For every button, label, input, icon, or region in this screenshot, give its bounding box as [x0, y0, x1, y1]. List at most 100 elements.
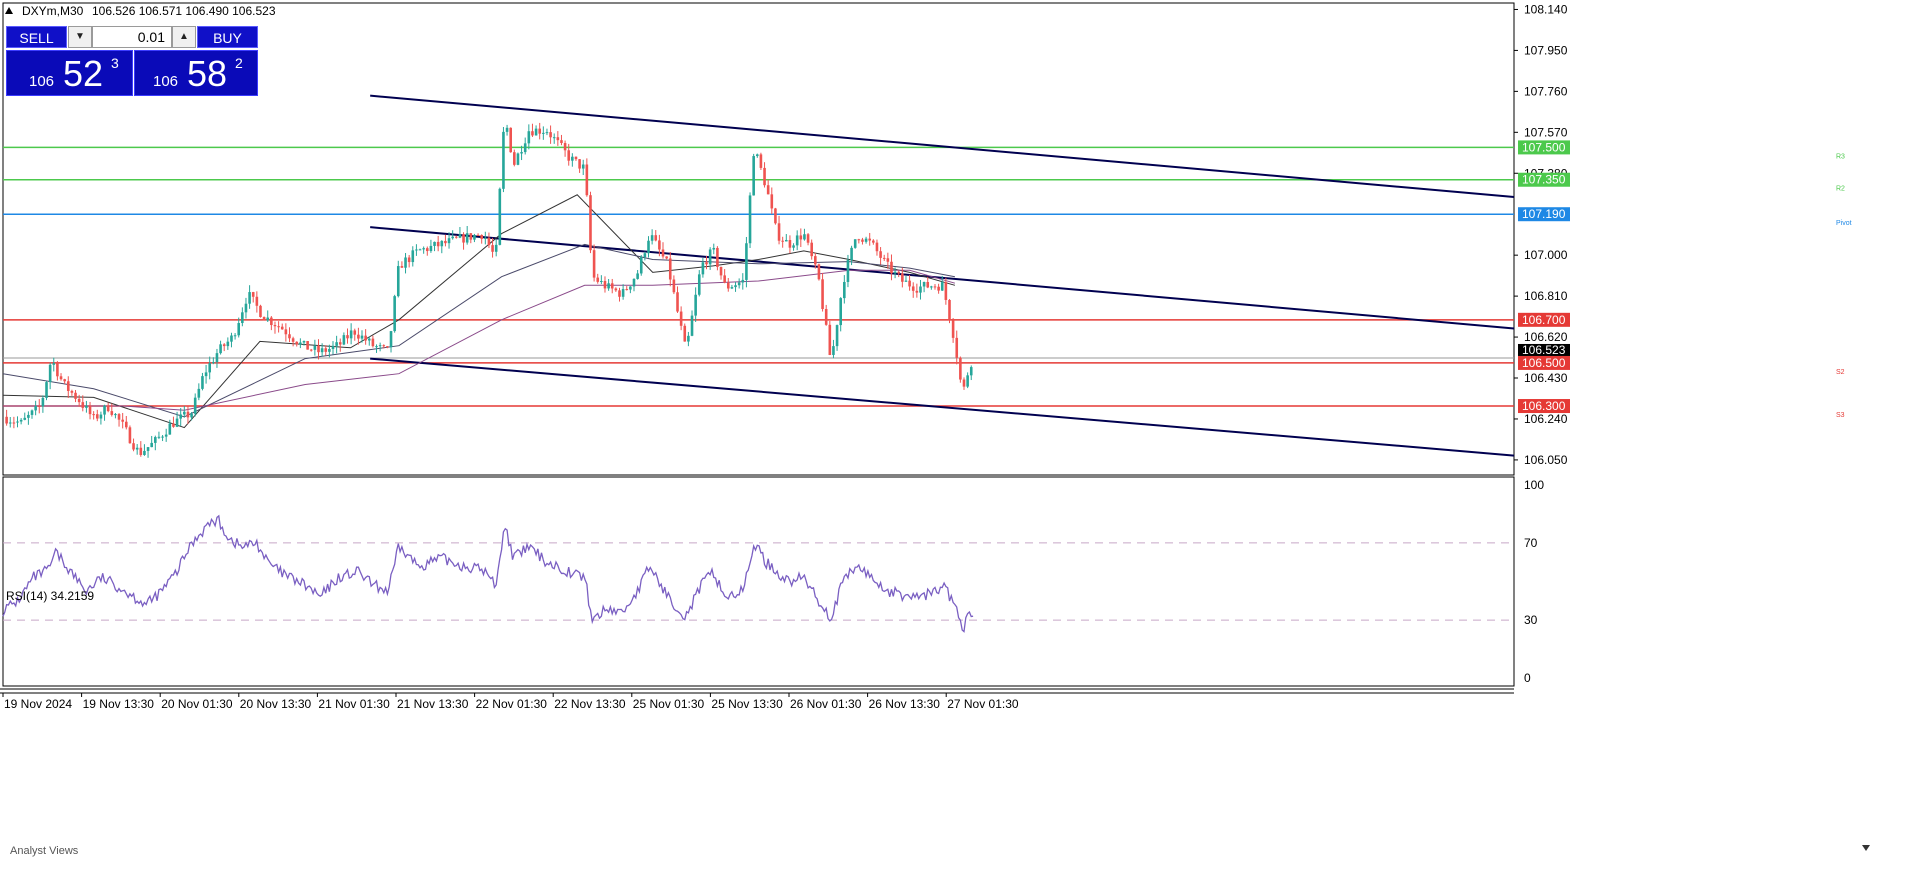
candle-body — [650, 235, 654, 241]
level-price-label: 107.500 — [1522, 140, 1566, 154]
candle-body — [509, 127, 512, 153]
scroll-down-icon[interactable] — [1862, 845, 1870, 851]
candle-body — [755, 154, 759, 157]
price-tick-label: 107.950 — [1524, 43, 1568, 57]
level-price-label: 106.700 — [1522, 313, 1566, 327]
candle-body — [897, 271, 901, 274]
time-tick-label: 25 Nov 01:30 — [633, 697, 705, 711]
candle-body — [349, 330, 353, 339]
candle-body — [95, 414, 99, 419]
candle-body — [632, 278, 636, 287]
candle-body — [777, 223, 781, 241]
candle-body — [146, 447, 150, 451]
candle-body — [429, 245, 433, 252]
level-price-label: 106.500 — [1522, 356, 1566, 370]
candle-body — [955, 337, 959, 358]
candle-body — [237, 323, 241, 336]
level-tag: Pivot — [1836, 220, 1852, 227]
candle-body — [190, 413, 193, 418]
candle-body — [708, 249, 712, 265]
candle-body — [498, 188, 502, 245]
candle-body — [114, 414, 117, 416]
chart-canvas[interactable]: 108.140107.950107.760107.570107.380107.0… — [0, 0, 1916, 874]
ask-price-button[interactable]: 106 58 2 — [134, 50, 258, 96]
rsi-pane-frame — [2, 476, 1515, 687]
candle-body — [121, 419, 124, 422]
bid-price-button[interactable]: 106 52 3 — [6, 50, 133, 96]
moving-average-ma_long — [3, 269, 956, 411]
candle-body — [212, 362, 215, 364]
analyst-views-label[interactable]: Analyst Views — [10, 845, 79, 857]
candle-body — [505, 127, 509, 132]
candle-body — [45, 382, 48, 398]
candle-body — [193, 397, 197, 414]
candle-body — [407, 257, 411, 263]
bid-price-main: 52 — [63, 53, 104, 94]
candle-body — [552, 137, 556, 139]
candle-body — [473, 234, 476, 240]
rsi-pane: 100 70 30 0 — [2, 476, 1544, 687]
candle-body — [262, 317, 266, 321]
candle-body — [839, 298, 842, 326]
candle-body — [52, 363, 56, 365]
rsi-line — [2, 514, 974, 633]
lot-increase-button[interactable]: ▲ — [172, 26, 196, 48]
candle-body — [578, 159, 581, 169]
candle-body — [966, 375, 969, 387]
sell-button[interactable]: SELL — [6, 26, 67, 48]
candle-body — [103, 405, 106, 415]
candle-body — [128, 427, 132, 444]
candle-body — [494, 244, 498, 252]
candle-body — [781, 240, 784, 242]
lot-size-input[interactable]: 0.01 — [92, 26, 172, 48]
candle-body — [299, 342, 302, 345]
candle-body — [821, 279, 824, 309]
candle-body — [915, 290, 919, 293]
candle-body — [132, 443, 135, 450]
candle-body — [19, 419, 23, 422]
candle-body — [309, 349, 313, 351]
bid-price-prefix: 106 — [29, 73, 55, 90]
candle-body — [639, 257, 643, 274]
candle-body — [817, 264, 821, 280]
candle-body — [280, 326, 284, 330]
candle-body — [270, 317, 273, 326]
candle-body — [342, 335, 346, 345]
ask-price-prefix: 106 — [153, 73, 179, 90]
candle-body — [948, 299, 951, 321]
level-tag: S3 — [1836, 412, 1845, 419]
candle-body — [930, 286, 933, 288]
candle-body — [687, 335, 690, 342]
candle-body — [248, 292, 251, 304]
candle-body — [523, 143, 527, 153]
candle-body — [661, 249, 665, 257]
candle-body — [81, 402, 85, 408]
candle-body — [603, 280, 607, 289]
candle-body — [636, 273, 639, 279]
buy-button[interactable]: BUY — [197, 26, 258, 48]
level-price-label: 107.190 — [1522, 207, 1566, 221]
candle-body — [697, 274, 701, 295]
time-tick-label: 27 Nov 01:30 — [947, 697, 1019, 711]
candle-body — [59, 376, 63, 380]
candle-body — [705, 262, 708, 265]
lot-decrease-button[interactable]: ▼ — [68, 26, 92, 48]
candle-body — [621, 289, 625, 297]
candle-body — [77, 398, 81, 403]
candle-body — [37, 405, 41, 407]
candle-body — [911, 286, 915, 291]
candle-body — [266, 317, 270, 321]
ask-price-fraction: 2 — [235, 55, 243, 71]
candle-body — [88, 405, 92, 415]
candle-body — [30, 410, 34, 415]
candle-body — [592, 250, 596, 278]
collapse-triangle-icon[interactable] — [5, 7, 13, 14]
candle-body — [338, 342, 342, 345]
candle-body — [556, 137, 560, 141]
candle-body — [610, 283, 614, 289]
candle-body — [302, 341, 306, 343]
candle-body — [893, 271, 897, 274]
candle-body — [110, 411, 114, 415]
candle-body — [295, 341, 299, 345]
price-tick-label: 107.000 — [1524, 248, 1568, 262]
